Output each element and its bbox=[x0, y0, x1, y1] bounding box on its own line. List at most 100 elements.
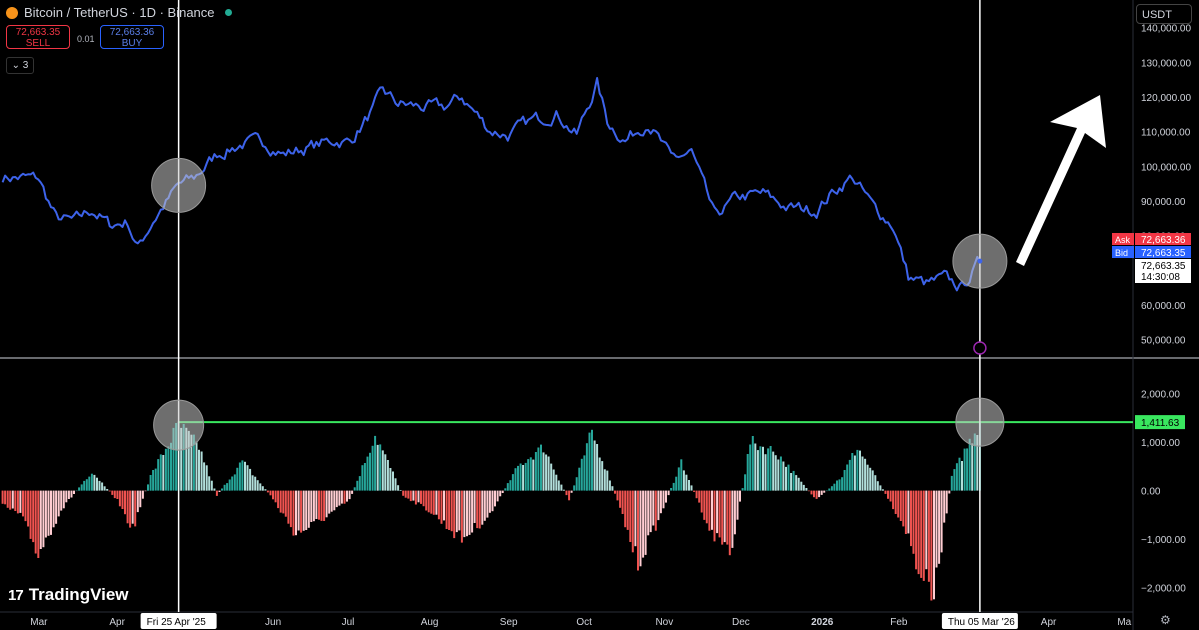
brand-label: TradingView bbox=[28, 585, 129, 604]
indicators-toggle[interactable]: ⌄ 3 bbox=[6, 57, 34, 74]
lightning-icon bbox=[973, 341, 987, 355]
histogram-bar bbox=[785, 466, 787, 491]
histogram-bar bbox=[134, 490, 137, 527]
buy-label: BUY bbox=[121, 38, 143, 49]
histogram-bar bbox=[397, 485, 400, 491]
histogram-bar bbox=[11, 490, 14, 509]
histogram-bar bbox=[246, 465, 249, 491]
histogram-bar bbox=[458, 490, 461, 531]
histogram-bar bbox=[693, 490, 696, 492]
histogram-bar bbox=[315, 490, 318, 519]
histogram-bar bbox=[619, 490, 622, 508]
histogram-bar bbox=[432, 490, 435, 515]
histogram-bar bbox=[772, 451, 775, 491]
histogram-bar bbox=[62, 490, 65, 509]
histogram-bar bbox=[52, 490, 55, 528]
histogram-bar bbox=[22, 490, 24, 517]
histogram-bar bbox=[259, 483, 262, 491]
histogram-bar bbox=[16, 490, 19, 514]
histogram-bar bbox=[14, 490, 17, 511]
histogram-bar bbox=[565, 490, 568, 496]
histogram-bar bbox=[19, 490, 22, 513]
histogram-bar bbox=[782, 461, 785, 491]
histogram-bar bbox=[522, 465, 525, 491]
histogram-bar bbox=[583, 455, 586, 491]
histogram-bar bbox=[517, 465, 519, 491]
histogram-bar bbox=[700, 490, 703, 513]
histogram-bar bbox=[795, 475, 798, 491]
histogram-bar bbox=[598, 457, 601, 491]
time-tick-label: Mar bbox=[30, 617, 48, 628]
bid-price: 72,663.35 bbox=[1141, 248, 1186, 259]
time-tick-label: Sep bbox=[500, 617, 518, 628]
histogram-bar bbox=[552, 469, 555, 491]
histogram-bar bbox=[75, 490, 78, 492]
histogram-bar bbox=[950, 475, 953, 491]
histogram-bar bbox=[310, 490, 313, 522]
histogram-bar bbox=[284, 490, 287, 517]
histogram-bar bbox=[1, 490, 4, 504]
currency-selector[interactable]: USDT bbox=[1136, 4, 1192, 24]
tradingview-logo[interactable]: 17 TradingView bbox=[8, 585, 129, 605]
histogram-bar bbox=[445, 490, 448, 529]
histogram-bar bbox=[414, 490, 417, 505]
histogram-bar bbox=[85, 479, 88, 491]
histogram-bar bbox=[603, 469, 606, 491]
histogram-bar bbox=[361, 465, 364, 491]
indicator-tick-label: 2,000.00 bbox=[1141, 390, 1180, 401]
chart-svg[interactable]: 140,000.00 130,000.00 120,000.00 110,000.00… bbox=[0, 0, 1199, 630]
histogram-bar bbox=[917, 490, 920, 575]
histogram-bar bbox=[833, 483, 836, 491]
histogram-bar bbox=[948, 490, 951, 494]
histogram-bar bbox=[751, 436, 754, 491]
buy-button[interactable]: 72,663.36 BUY bbox=[100, 25, 164, 49]
histogram-bar bbox=[621, 490, 624, 514]
histogram-bar bbox=[848, 459, 851, 491]
histogram-bar bbox=[802, 484, 805, 491]
histogram-bar bbox=[448, 490, 451, 530]
histogram-bar bbox=[654, 490, 657, 531]
histogram-bar bbox=[468, 490, 471, 535]
histogram-bar bbox=[527, 459, 530, 491]
histogram-bar bbox=[307, 490, 310, 528]
histogram-bar bbox=[152, 470, 155, 491]
histogram-bar bbox=[131, 490, 134, 524]
histogram-bar bbox=[305, 490, 308, 530]
histogram-bar bbox=[412, 490, 415, 501]
histogram-bar bbox=[154, 468, 157, 491]
sell-button[interactable]: 72,663.35 SELL bbox=[6, 25, 70, 49]
histogram-bar bbox=[358, 476, 361, 491]
histogram-bar bbox=[907, 490, 910, 534]
histogram-bar bbox=[381, 450, 384, 491]
time-tick-label: Jun bbox=[265, 617, 281, 628]
histogram-bar bbox=[149, 475, 152, 491]
histogram-bar bbox=[167, 446, 170, 491]
histogram-bar bbox=[841, 477, 844, 491]
histogram-bar bbox=[961, 461, 963, 491]
histogram-bar bbox=[394, 478, 397, 491]
indicators-count: 3 bbox=[22, 60, 29, 71]
histogram-bar bbox=[60, 490, 63, 511]
histogram-bar bbox=[810, 490, 813, 495]
histogram-bar bbox=[807, 490, 810, 492]
histogram-bar bbox=[338, 490, 341, 506]
histogram-bar bbox=[274, 490, 277, 503]
histogram-bar bbox=[292, 490, 295, 536]
histogram-bar bbox=[473, 490, 476, 523]
symbol-header[interactable]: Bitcoin / TetherUS · 1D · Binance bbox=[6, 5, 232, 20]
histogram-bar bbox=[136, 490, 139, 513]
histogram-bar bbox=[108, 490, 111, 492]
histogram-bar bbox=[241, 460, 244, 491]
price-tick-label: 110,000.00 bbox=[1141, 128, 1191, 139]
histogram-bar bbox=[266, 490, 269, 493]
histogram-bar bbox=[481, 490, 484, 525]
histogram-bar bbox=[716, 490, 719, 534]
histogram-bar bbox=[935, 490, 938, 568]
histogram-bar bbox=[141, 490, 144, 499]
settings-gear-icon[interactable]: ⚙ bbox=[1160, 613, 1171, 627]
histogram-bar bbox=[42, 490, 45, 548]
histogram-bar bbox=[846, 464, 849, 491]
histogram-bar bbox=[869, 467, 872, 491]
histogram-bar bbox=[494, 490, 496, 507]
histogram-bar bbox=[254, 476, 257, 491]
